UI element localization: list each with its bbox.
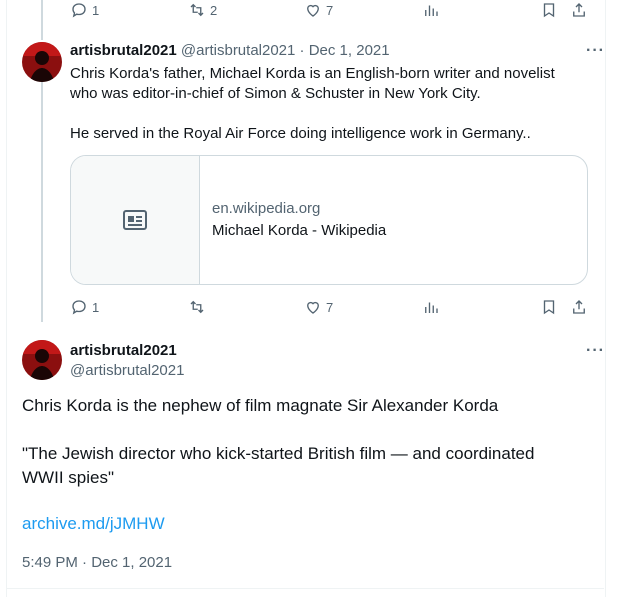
like-count: 7 (326, 299, 334, 315)
more-options-button[interactable]: ··· (586, 42, 605, 60)
tweet-text-line: "The Jewish director who kick-started Br… (22, 444, 535, 463)
share-button[interactable] (570, 297, 588, 317)
bookmark-icon (543, 300, 555, 315)
retweet-button[interactable]: 2 (188, 0, 217, 20)
like-button[interactable]: 7 (304, 297, 333, 317)
user-handle[interactable]: @artisbrutal2021 (70, 362, 184, 379)
reply-count: 1 (92, 2, 100, 18)
card-title: Michael Korda - Wikipedia (212, 222, 387, 239)
reply-button[interactable]: 1 (70, 297, 99, 317)
views-button[interactable] (422, 0, 440, 20)
bookmark-button[interactable] (540, 0, 558, 20)
link-card[interactable]: en.wikipedia.org Michael Korda - Wikiped… (70, 155, 588, 285)
display-name-text: artisbrutal2021 (70, 342, 177, 359)
views-icon (425, 302, 438, 313)
display-name[interactable]: artisbrutal2021 (70, 342, 177, 359)
card-domain: en.wikipedia.org (212, 200, 321, 217)
share-icon (573, 3, 585, 17)
retweet-count: 2 (210, 2, 218, 18)
share-button[interactable] (570, 0, 588, 20)
divider (6, 588, 604, 589)
tweet-timestamp[interactable]: 5:49 PM · Dec 1, 2021 (22, 554, 172, 571)
bookmark-button[interactable] (540, 297, 558, 317)
share-icon (573, 300, 585, 314)
user-handle[interactable]: @artisbrutal2021 (181, 42, 295, 59)
tweet-text-line: He served in the Royal Air Force doing i… (70, 125, 531, 142)
tweet-text-line: who was editor-in-chief of Simon & Schus… (70, 85, 481, 102)
thread-line (41, 82, 43, 322)
reply-count: 1 (92, 299, 100, 315)
retweet-icon (190, 300, 204, 314)
more-options-button[interactable]: ··· (586, 342, 605, 360)
top-action-bar: 1 2 7 (70, 0, 590, 20)
bookmark-icon (543, 3, 555, 18)
tweet-text: Chris Korda's father, Michael Korda is a… (70, 64, 590, 144)
like-button[interactable]: 7 (304, 0, 333, 20)
views-icon (425, 5, 438, 16)
avatar[interactable] (22, 340, 62, 380)
tweet-text-line: WWII spies" (22, 468, 114, 487)
archive-link[interactable]: archive.md/jJMHW (22, 514, 165, 534)
avatar-image (22, 340, 62, 380)
retweet-button[interactable] (188, 297, 206, 317)
card-thumbnail (71, 156, 200, 284)
reply-button[interactable]: 1 (70, 0, 99, 20)
avatar-image (22, 42, 62, 82)
tweet-date[interactable]: · Dec 1, 2021 (300, 42, 390, 59)
heart-icon (307, 4, 319, 17)
tweet-text-line: Chris Korda's father, Michael Korda is a… (70, 65, 555, 82)
retweet-icon (190, 3, 204, 17)
views-button[interactable] (422, 297, 440, 317)
reply-icon (72, 3, 86, 18)
tweet-header: artisbrutal2021 @artisbrutal2021 · Dec 1… (70, 42, 390, 59)
reply-icon (72, 300, 86, 315)
avatar[interactable] (22, 42, 62, 82)
user-handle-text: @artisbrutal2021 (70, 362, 185, 379)
tweet-text-para: Chris Korda is the nephew of film magnat… (22, 396, 499, 415)
display-name[interactable]: artisbrutal2021 (70, 42, 177, 59)
article-icon (123, 210, 147, 230)
heart-icon (307, 301, 319, 314)
like-count: 7 (326, 2, 334, 18)
thread-line (41, 0, 43, 40)
tweet-action-bar: 1 7 (70, 297, 590, 317)
